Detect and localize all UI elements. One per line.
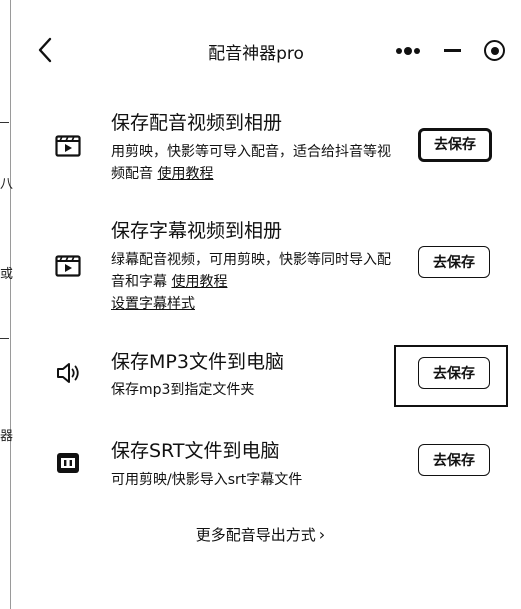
speaker-icon — [57, 363, 79, 383]
export-option-srt: 保存SRT文件到电脑 可用剪映/快影导入srt字幕文件 去保存 — [11, 434, 521, 504]
option-description-text: 绿幕配音视频，可用剪映，快影等同时导入配音和字幕 — [111, 252, 391, 290]
option-title: 保存配音视频到相册 — [111, 112, 283, 134]
save-srt-button[interactable]: 去保存 — [418, 444, 490, 476]
save-mp3-button[interactable]: 去保存 — [418, 357, 490, 389]
more-button[interactable] — [390, 38, 426, 64]
tutorial-link[interactable]: 使用教程 — [157, 166, 213, 182]
more-export-label: 更多配音导出方式 — [195, 526, 316, 544]
option-description: 用剪映，快影等可导入配音，适合给抖音等视频配音 使用教程 — [111, 141, 401, 185]
export-option-mp3: 保存MP3文件到电脑 保存mp3到指定文件夹 去保存 — [11, 345, 521, 415]
mini-program-capsule — [384, 36, 516, 66]
more-export-methods-link[interactable]: 更多配音导出方式 › — [0, 524, 521, 545]
option-description: 保存mp3到指定文件夹 — [111, 382, 255, 398]
option-description: 可用剪映/快影导入srt字幕文件 — [111, 472, 303, 488]
save-video-button[interactable]: 去保存 — [418, 128, 492, 162]
tutorial-link[interactable]: 使用教程 — [171, 274, 227, 290]
video-film-icon — [55, 255, 81, 277]
export-option-subtitle-video-album: 保存字幕视频到相册 绿幕配音视频，可用剪映，快影等同时导入配音和字幕 使用教程 … — [11, 214, 521, 314]
minimize-button[interactable] — [434, 38, 470, 64]
subtitle-style-link[interactable]: 设置字幕样式 — [111, 296, 195, 312]
save-subtitle-video-button[interactable]: 去保存 — [418, 246, 490, 278]
navigation-bar: 配音神器pro — [11, 0, 521, 100]
export-option-video-album: 保存配音视频到相册 用剪映，快影等可导入配音，适合给抖音等视频配音 使用教程 去… — [11, 106, 521, 196]
video-film-icon — [55, 135, 81, 157]
minimize-icon — [444, 49, 461, 52]
left-edge-tick — [0, 122, 9, 123]
close-button[interactable] — [482, 38, 508, 64]
left-edge-tick — [0, 338, 9, 339]
option-description-text: 用剪映，快影等可导入配音，适合给抖音等视频配音 — [111, 144, 391, 182]
option-title: 保存字幕视频到相册 — [111, 220, 283, 242]
option-title: 保存MP3文件到电脑 — [111, 351, 284, 373]
chevron-right-icon: › — [318, 525, 326, 544]
option-description: 绿幕配音视频，可用剪映，快影等同时导入配音和字幕 使用教程 设置字幕样式 — [111, 249, 401, 315]
option-title: 保存SRT文件到电脑 — [111, 440, 280, 462]
subtitle-icon — [57, 453, 79, 473]
